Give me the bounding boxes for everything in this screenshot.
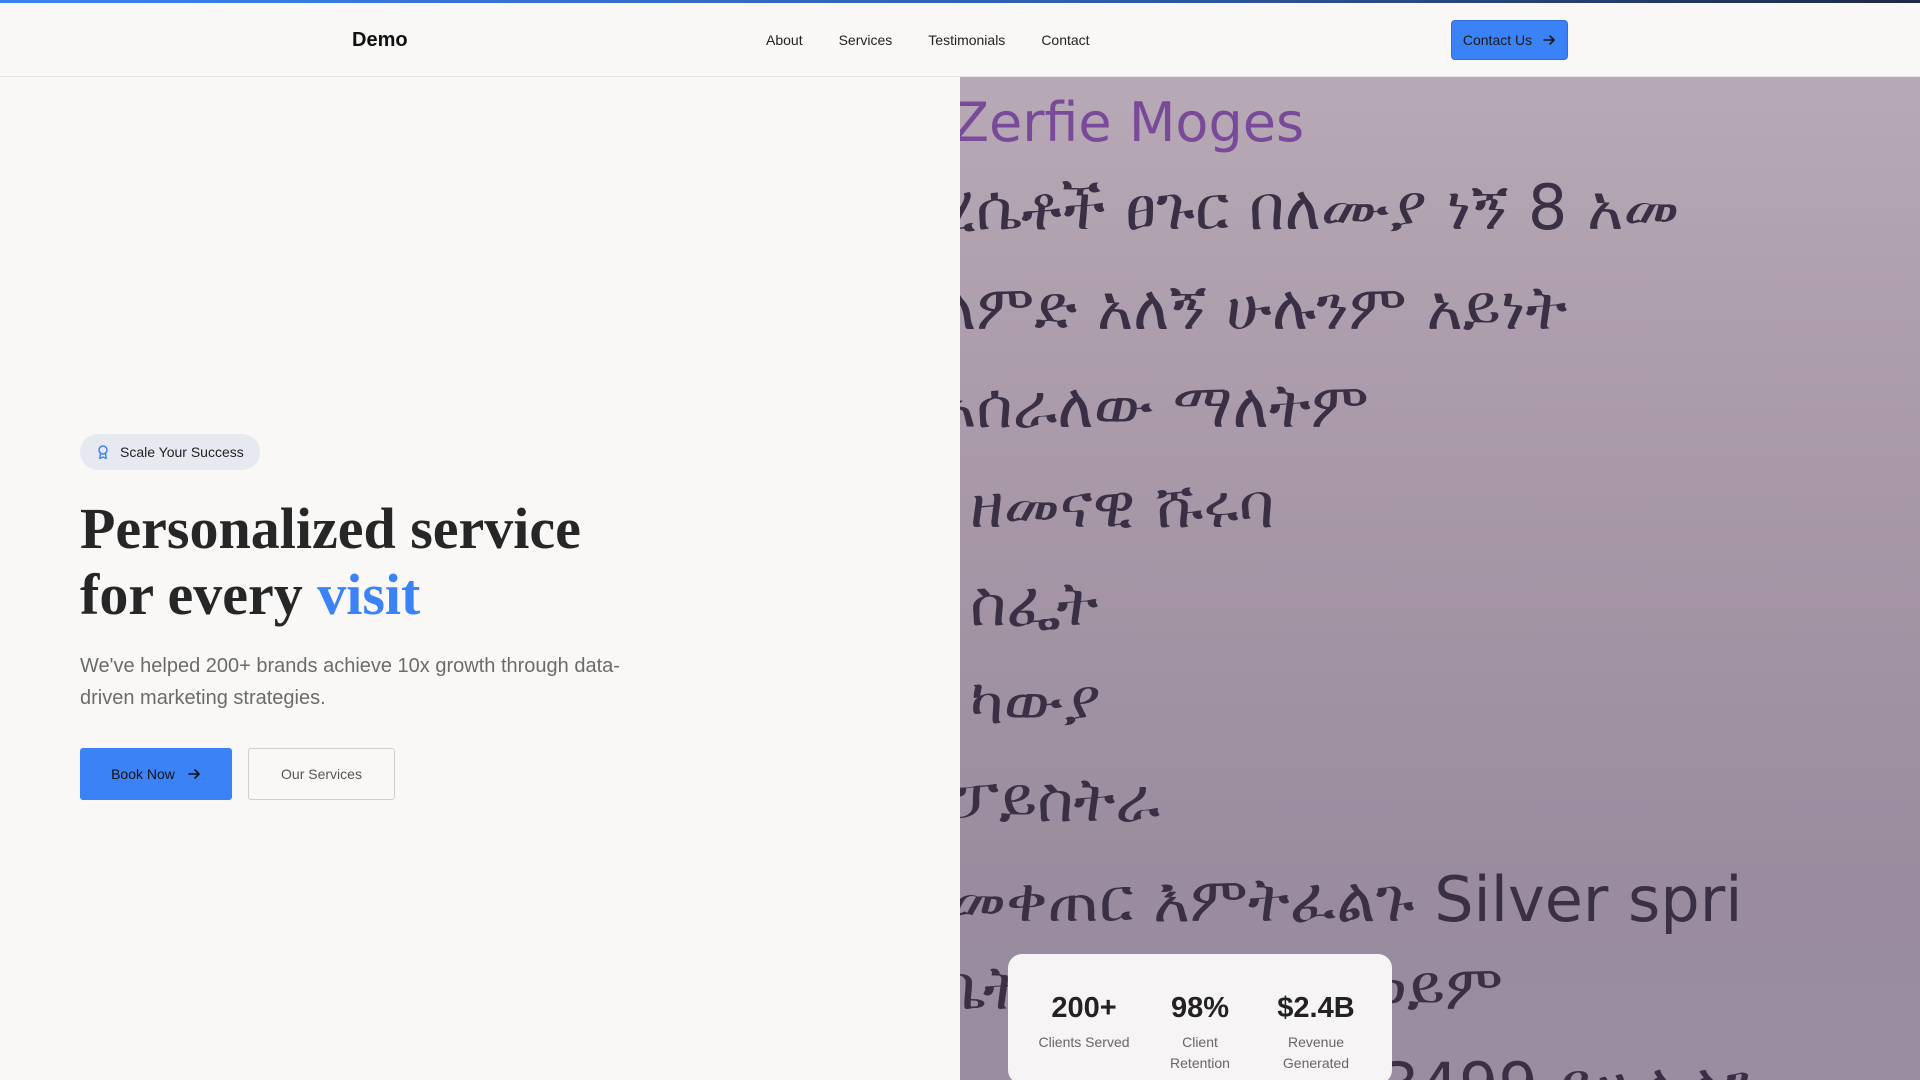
image-line: ካውያ xyxy=(970,665,1101,738)
image-line: 3499 ይሁሉልን xyxy=(1380,1049,1758,1080)
hero-image-text: Zerfie Moges ሂሴቶች ፀጉር በለሙያ ነኝ 8 አመ ለምድ አ… xyxy=(960,91,1758,1080)
stat-value: $2.4B xyxy=(1277,992,1355,1024)
site-header: Demo About Services Testimonials Contact… xyxy=(0,3,1920,77)
contact-us-button[interactable]: Contact Us xyxy=(1451,20,1568,60)
stat-label: Clients Served xyxy=(1038,1034,1130,1050)
stat-revenue: $2.4B Revenue Generated xyxy=(1271,992,1361,1080)
nav-services[interactable]: Services xyxy=(839,32,893,48)
nav-contact[interactable]: Contact xyxy=(1041,32,1089,48)
hero-title: Personalized service for every visit xyxy=(80,496,700,628)
image-line: ፓይስትራ xyxy=(960,763,1160,836)
main-nav: About Services Testimonials Contact xyxy=(766,32,1090,48)
stat-clients: 200+ Clients Served xyxy=(1038,992,1129,1080)
image-name: Zerfie Moges xyxy=(960,91,1304,154)
book-now-label: Book Now xyxy=(111,766,175,782)
book-now-button[interactable]: Book Now xyxy=(80,748,232,800)
image-line: ኣሰራለው ማለትም xyxy=(960,369,1369,442)
image-line: መቀጠር እምትፈልጉ Silver spri xyxy=(960,863,1742,936)
stat-value: 200+ xyxy=(1051,992,1117,1024)
badge-label: Scale Your Success xyxy=(120,444,244,460)
arrow-right-icon xyxy=(188,769,200,779)
our-services-label: Our Services xyxy=(281,766,362,782)
stat-label: Client Retention xyxy=(1170,1034,1230,1071)
nav-testimonials[interactable]: Testimonials xyxy=(928,32,1005,48)
stat-label: Revenue Generated xyxy=(1282,1034,1350,1071)
logo[interactable]: Demo xyxy=(352,29,408,52)
contact-us-label: Contact Us xyxy=(1462,32,1533,48)
image-line: ዘመናዊ ሹሩባ xyxy=(970,469,1274,542)
hero-title-line2: for every xyxy=(80,562,318,627)
stat-retention: 98% Client Retention xyxy=(1155,992,1245,1080)
hero-title-line1: Personalized service xyxy=(80,496,581,561)
image-line: ስፌት xyxy=(970,567,1099,640)
stat-value: 98% xyxy=(1170,992,1230,1024)
stats-card: 200+ Clients Served 98% Client Retention… xyxy=(1008,954,1392,1080)
hero-subtitle: We've helped 200+ brands achieve 10x gro… xyxy=(80,655,620,709)
our-services-button[interactable]: Our Services xyxy=(248,748,395,800)
hero-image: Zerfie Moges ሂሴቶች ፀጉር በለሙያ ነኝ 8 አመ ለምድ አ… xyxy=(960,77,1920,1080)
image-line: ለምድ አለኝ ሁሉንም አይነት xyxy=(960,271,1567,344)
award-icon xyxy=(98,445,108,460)
image-line: ሂሴቶች ፀጉር በለሙያ ነኝ 8 አመ xyxy=(960,171,1679,244)
arrow-right-icon xyxy=(1543,35,1555,45)
hero-title-accent: visit xyxy=(317,562,421,627)
hero-badge: Scale Your Success xyxy=(80,434,260,470)
nav-about[interactable]: About xyxy=(766,32,803,48)
